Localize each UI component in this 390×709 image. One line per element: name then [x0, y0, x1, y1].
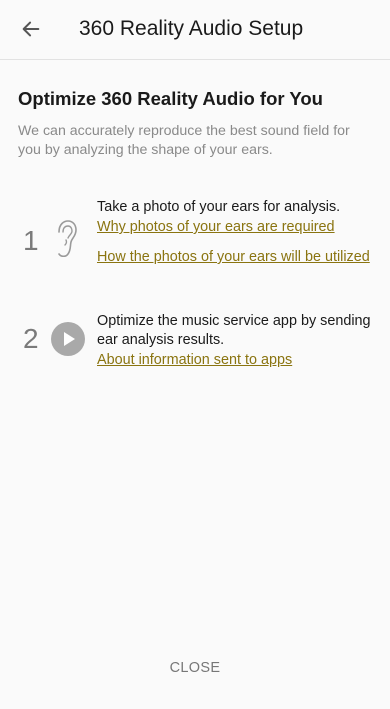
step-body: Take a photo of your ears for analysis. …: [97, 198, 372, 267]
app-bar: 360 Reality Audio Setup: [0, 0, 390, 60]
back-button[interactable]: [16, 14, 46, 44]
intro-section: Optimize 360 Reality Audio for You We ca…: [18, 88, 374, 160]
arrow-left-icon: [22, 21, 40, 37]
step-body: Optimize the music service app by sendin…: [97, 312, 372, 370]
step-number: 1: [23, 225, 39, 256]
page-title: 360 Reality Audio Setup: [79, 17, 304, 40]
why-photos-link[interactable]: Why photos of your ears are required: [97, 218, 372, 237]
close-button[interactable]: CLOSE: [0, 660, 390, 676]
play-icon: [50, 321, 86, 362]
setup-screen: 360 Reality Audio Setup Optimize 360 Rea…: [0, 0, 390, 709]
step-text: Take a photo of your ears for analysis.: [97, 199, 341, 215]
how-photos-utilized-link[interactable]: How the photos of your ears will be util…: [97, 248, 372, 267]
section-heading: Optimize 360 Reality Audio for You: [18, 88, 323, 109]
step-text: Optimize the music service app by sendin…: [97, 313, 371, 348]
step-number: 2: [23, 323, 39, 354]
section-description: We can accurately reproduce the best sou…: [18, 123, 350, 158]
ear-icon: [53, 218, 79, 265]
about-info-sent-link[interactable]: About information sent to apps: [97, 351, 372, 370]
